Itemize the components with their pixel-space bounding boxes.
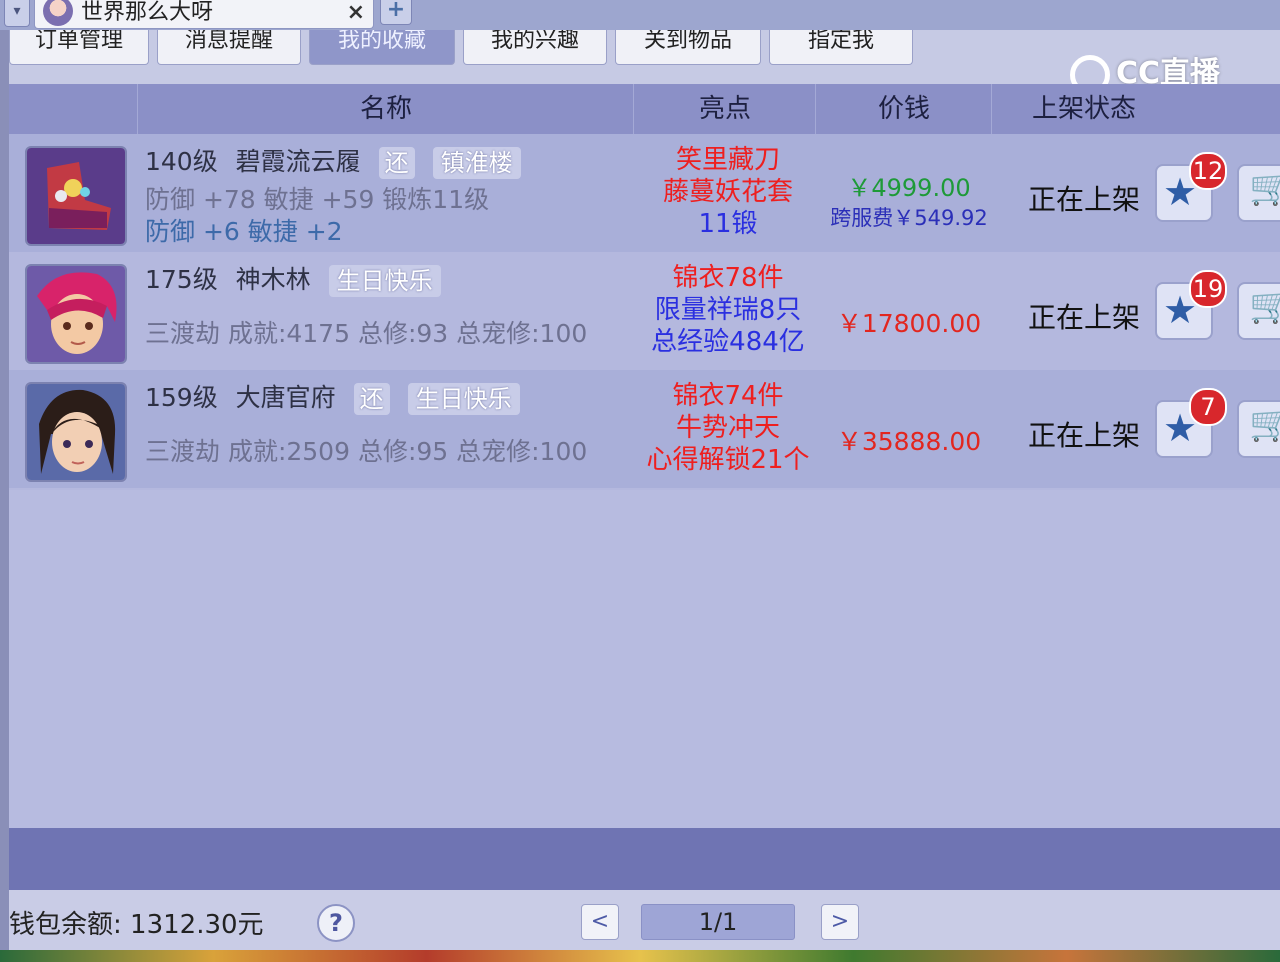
tag-badge: 还 [353,383,390,415]
item-title-line: 140级 碧霞流云履 还 镇淮楼 [145,142,521,179]
nav-favorites[interactable]: 我的收藏 [309,30,455,65]
listing-status: 正在上架 [1027,183,1140,216]
tag-badge: 生日快乐 [328,265,441,297]
cross-server-fee: 跨服费￥549.92 [830,206,988,230]
price-value: ￥4999.00 [847,174,971,202]
listing-status: 正在上架 [1027,301,1140,334]
favorite-count-badge: 19 [1189,270,1227,308]
next-page-button[interactable]: > [821,904,859,940]
item-name: 碧霞流云履 [235,147,361,176]
character-avatar-icon [25,382,127,482]
highlight-cell: 锦衣78件 限量祥瑞8只 总经验484亿 [639,262,817,358]
item-name: 大唐官府 [235,383,336,412]
item-stats: 防御 +78 敏捷 +59 锻炼11级 [145,185,490,214]
nav-orders[interactable]: 订单管理 [9,30,149,65]
highlight-text: 心得解锁21个 [646,445,810,475]
highlight-text: 总经验484亿 [651,327,805,357]
price-value: ￥35888.00 [836,427,982,456]
header-highlight: 亮点 [633,84,816,134]
item-stats: 三渡劫 成就:4175 总修:93 总宠修:100 [145,319,588,348]
highlight-text: 锦衣78件 [672,263,784,293]
help-icon[interactable]: ? [317,904,355,942]
highlight-cell: 锦衣74件 牛势冲天 心得解锁21个 [639,380,817,476]
avatar-icon [43,0,73,26]
page-indicator: 1/1 [641,904,795,940]
listing-status: 正在上架 [1027,419,1140,452]
highlight-cell: 笑里藏刀 藤蔓妖花套 11锻 [639,144,817,240]
favorite-count-badge: 12 [1189,152,1227,190]
tag-badge: 还 [378,147,415,179]
highlight-text: 牛势冲天 [675,413,780,443]
cart-icon: 🛒 [1249,168,1280,208]
highlight-text: 笑里藏刀 [675,145,780,175]
character-avatar-icon [25,264,127,364]
chevron-down-icon: ▾ [13,3,21,19]
tag-badge: 生日快乐 [407,383,520,415]
cart-icon: 🛒 [1249,404,1280,444]
tag-badge: 镇淮楼 [432,147,521,179]
table-row[interactable]: 159级 大唐官府 还 生日快乐 三渡劫 成就:2509 总修:95 总宠修:1… [9,370,1280,488]
table-row[interactable]: 175级 神木林 生日快乐 三渡劫 成就:4175 总修:93 总宠修:100 … [9,252,1280,370]
header-name: 名称 [137,84,634,134]
wallet-balance: 钱包余额: 1312.30元 [9,910,264,940]
nav-items[interactable]: 关到物品 [615,30,761,65]
table-header: 名称 亮点 价钱 上架状态 [9,84,1280,134]
prev-page-button[interactable]: < [581,904,619,940]
item-name: 神木林 [235,265,311,294]
cart-button[interactable]: 🛒 [1237,400,1280,458]
plus-icon: + [386,0,406,22]
close-icon[interactable]: × [347,0,365,25]
item-title-line: 159级 大唐官府 还 生日快乐 [145,378,520,415]
item-stats: 三渡劫 成就:2509 总修:95 总宠修:100 [145,437,588,466]
nav-interests[interactable]: 我的兴趣 [463,30,607,65]
highlight-text: 锦衣74件 [672,381,784,411]
table-row[interactable]: 140级 碧霞流云履 还 镇淮楼 防御 +78 敏捷 +59 锻炼11级 防御 … [9,134,1280,252]
empty-list-area [9,490,1280,828]
item-level: 140级 [145,147,218,176]
chevron-right-icon: > [830,909,850,934]
highlight-text: 限量祥瑞8只 [654,295,802,325]
header-status: 上架状态 [991,84,1176,134]
favorite-count-badge: 7 [1189,388,1227,426]
item-level: 159级 [145,383,218,412]
title-bar: ▾ 世界那么大呀 × + [0,0,1280,30]
new-tab-button[interactable]: + [380,0,412,25]
tab-menu-button[interactable]: ▾ [4,0,30,27]
nav-messages[interactable]: 消息提醒 [157,30,301,65]
tab-title: 世界那么大呀 [81,0,214,25]
item-level: 175级 [145,265,218,294]
cart-button[interactable]: 🛒 [1237,164,1280,222]
bottom-band [9,828,1280,890]
cart-icon: 🛒 [1249,286,1280,326]
price-value: ￥17800.00 [836,309,982,338]
nav-assigned[interactable]: 指定我 [769,30,913,65]
chevron-left-icon: < [590,909,610,934]
footer-bar: 钱包余额: 1312.30元 ? < 1/1 > [9,890,1280,950]
boots-icon [25,146,127,246]
item-title-line: 175级 神木林 生日快乐 [145,260,441,297]
highlight-text: 藤蔓妖花套 [662,177,793,207]
cart-button[interactable]: 🛒 [1237,282,1280,340]
left-edge [0,30,9,962]
document-tab[interactable]: 世界那么大呀 × [34,0,374,29]
header-price: 价钱 [815,84,992,134]
game-taskbar [0,950,1280,962]
highlight-text: 11锻 [698,209,758,239]
item-extra-stats: 防御 +6 敏捷 +2 [145,217,343,246]
